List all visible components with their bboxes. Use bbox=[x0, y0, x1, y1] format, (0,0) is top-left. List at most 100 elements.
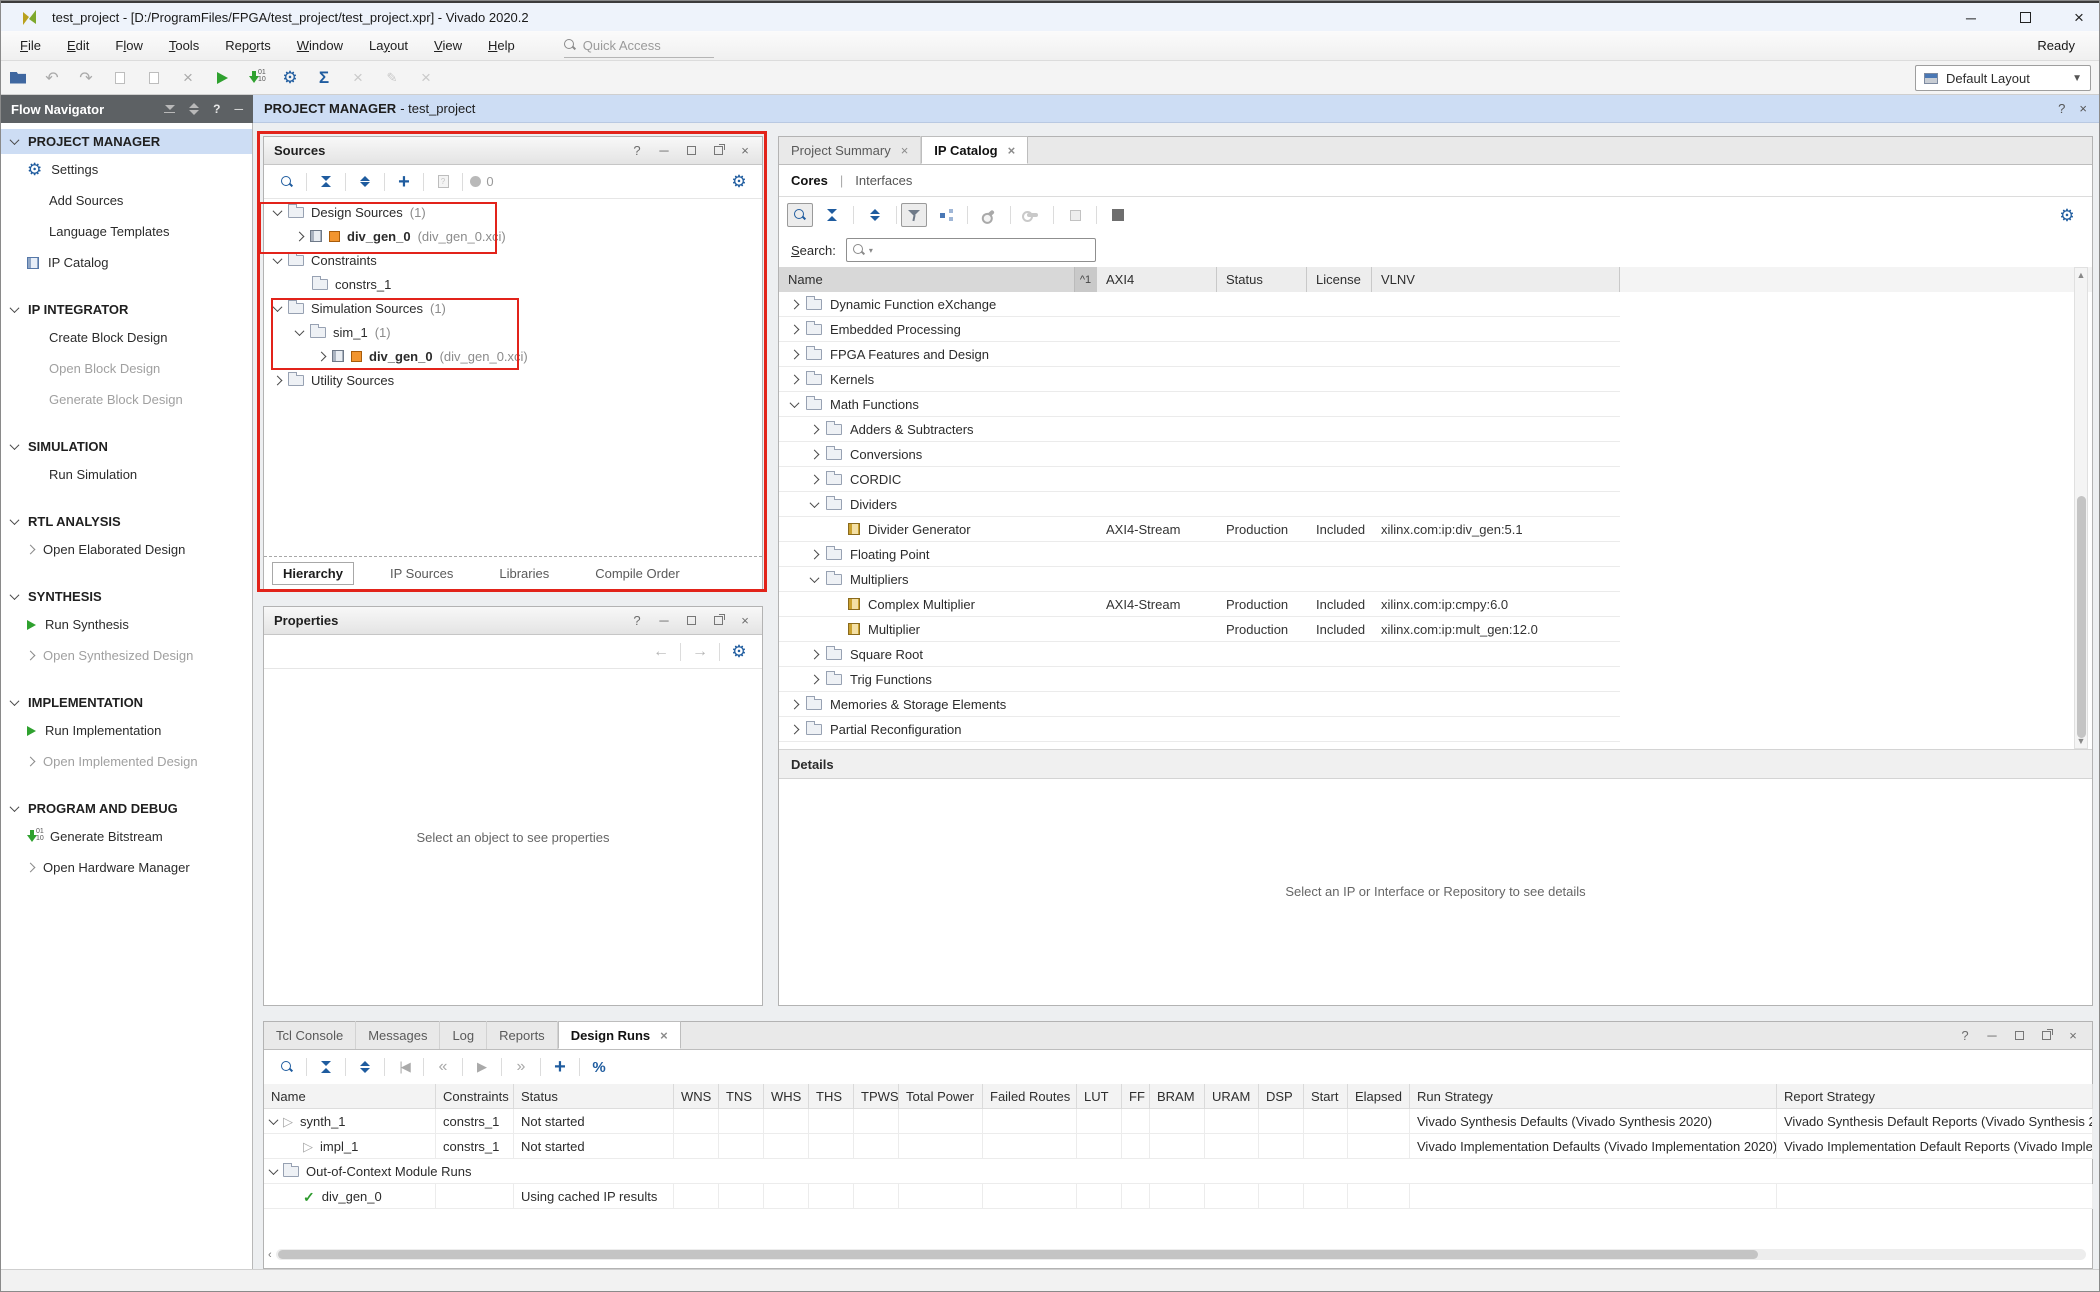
chevron-right-icon[interactable] bbox=[295, 231, 305, 241]
menu-file[interactable]: File bbox=[7, 31, 54, 61]
ip-catalog-row-memories-storage-elements[interactable]: Memories & Storage Elements bbox=[779, 692, 1620, 717]
minimize-panel-icon[interactable]: ─ bbox=[1985, 1029, 1999, 1043]
runs-row-impl-1[interactable]: ▷impl_1constrs_1Not startedVivado Implem… bbox=[264, 1134, 2092, 1159]
layout-selector[interactable]: Default Layout ▼ bbox=[1915, 65, 2091, 91]
chevron-right-icon[interactable] bbox=[810, 674, 820, 684]
sidebar-item-language-templates[interactable]: Language Templates bbox=[1, 216, 252, 247]
runs-column-total-power[interactable]: Total Power bbox=[899, 1084, 983, 1109]
sidebar-item-settings[interactable]: ⚙Settings bbox=[1, 154, 252, 185]
chevron-right-icon[interactable] bbox=[790, 699, 800, 709]
maximize-panel-icon[interactable] bbox=[684, 144, 698, 158]
runs-column-dsp[interactable]: DSP bbox=[1259, 1084, 1304, 1109]
runs-row-synth-1[interactable]: ▷synth_1constrs_1Not startedVivado Synth… bbox=[264, 1109, 2092, 1134]
sources-tab-libraries[interactable]: Libraries bbox=[489, 563, 559, 584]
chevron-right-icon[interactable] bbox=[790, 724, 800, 734]
chevron-right-icon[interactable] bbox=[317, 351, 327, 361]
chevron-right-icon[interactable] bbox=[26, 545, 36, 555]
column-header-axi4[interactable]: AXI4 bbox=[1097, 267, 1217, 292]
scrollbar-thumb[interactable] bbox=[2077, 496, 2086, 738]
runs-column-name[interactable]: Name bbox=[264, 1084, 436, 1109]
runs-column-run-strategy[interactable]: Run Strategy bbox=[1410, 1084, 1777, 1109]
collapse-all-icon[interactable] bbox=[309, 1054, 343, 1080]
vertical-scrollbar[interactable]: ▲ ▼ bbox=[2074, 267, 2088, 749]
ip-catalog-row-kernels[interactable]: Kernels bbox=[779, 367, 1620, 392]
runs-row-out-of-context-module-runs[interactable]: Out-of-Context Module Runs bbox=[264, 1159, 2092, 1184]
minimize-panel-icon[interactable]: ─ bbox=[234, 102, 243, 116]
tab-tcl-console[interactable]: Tcl Console bbox=[264, 1021, 356, 1049]
scroll-up-icon[interactable]: ▲ bbox=[2075, 270, 2087, 280]
float-panel-icon[interactable] bbox=[2039, 1029, 2053, 1043]
sidebar-item-run-simulation[interactable]: Run Simulation bbox=[1, 459, 252, 490]
chevron-right-icon[interactable] bbox=[26, 757, 36, 767]
nav-section-header-synthesis[interactable]: SYNTHESIS bbox=[1, 584, 252, 609]
sidebar-item-create-block-design[interactable]: Create Block Design bbox=[1, 322, 252, 353]
ip-catalog-row-math-functions[interactable]: Math Functions bbox=[779, 392, 1620, 417]
sidebar-item-generate-bitstream[interactable]: 0110Generate Bitstream bbox=[1, 821, 252, 852]
undo-button[interactable]: ↶ bbox=[35, 65, 69, 91]
expand-all-icon[interactable] bbox=[858, 202, 892, 228]
chevron-down-icon[interactable] bbox=[295, 326, 305, 336]
tree-item-design-sources[interactable]: Design Sources(1) bbox=[264, 200, 762, 224]
menu-help[interactable]: Help bbox=[475, 31, 528, 61]
runs-column-tpws[interactable]: TPWS bbox=[854, 1084, 899, 1109]
close-icon[interactable]: × bbox=[2079, 101, 2087, 116]
ip-catalog-row-multipliers[interactable]: Multipliers bbox=[779, 567, 1620, 592]
ip-catalog-row-cordic[interactable]: CORDIC bbox=[779, 467, 1620, 492]
chevron-right-icon[interactable] bbox=[810, 474, 820, 484]
chevron-down-icon[interactable] bbox=[269, 1115, 279, 1125]
runs-column-ff[interactable]: FF bbox=[1122, 1084, 1150, 1109]
sources-tab-ip-sources[interactable]: IP Sources bbox=[380, 563, 463, 584]
tab-messages[interactable]: Messages bbox=[356, 1021, 440, 1049]
program-device-button[interactable]: 0110 bbox=[239, 65, 273, 91]
menu-window[interactable]: Window bbox=[284, 31, 356, 61]
tab-log[interactable]: Log bbox=[440, 1021, 487, 1049]
nav-section-header-simulation[interactable]: SIMULATION bbox=[1, 434, 252, 459]
menu-view[interactable]: View bbox=[421, 31, 475, 61]
column-header-name[interactable]: Name ^1 bbox=[779, 267, 1097, 292]
copy-button[interactable] bbox=[103, 65, 137, 91]
chevron-down-icon[interactable] bbox=[10, 696, 20, 706]
sidebar-item-open-elaborated-design[interactable]: Open Elaborated Design bbox=[1, 534, 252, 565]
ip-catalog-row-divider-generator[interactable]: Divider GeneratorAXI4-StreamProductionIn… bbox=[779, 517, 1620, 542]
chevron-down-icon[interactable] bbox=[10, 135, 20, 145]
sources-tab-hierarchy[interactable]: Hierarchy bbox=[272, 562, 354, 585]
chevron-right-icon[interactable] bbox=[810, 424, 820, 434]
runs-column-constraints[interactable]: Constraints bbox=[436, 1084, 514, 1109]
tab-project-summary[interactable]: Project Summary × bbox=[779, 136, 921, 164]
delete-button[interactable]: × bbox=[171, 65, 205, 91]
tree-item-utility-sources[interactable]: Utility Sources bbox=[264, 368, 762, 392]
sidebar-item-run-synthesis[interactable]: Run Synthesis bbox=[1, 609, 252, 640]
quick-access-search[interactable]: Quick Access bbox=[564, 34, 714, 58]
float-panel-icon[interactable] bbox=[711, 614, 725, 628]
chevron-down-icon[interactable] bbox=[10, 303, 20, 313]
report-sigma-button[interactable]: Σ bbox=[307, 65, 341, 91]
chevron-right-icon[interactable] bbox=[26, 651, 36, 661]
maximize-panel-icon[interactable] bbox=[684, 614, 698, 628]
subtab-interfaces[interactable]: Interfaces bbox=[855, 173, 912, 188]
minimize-panel-icon[interactable]: ─ bbox=[657, 144, 671, 158]
chevron-right-icon[interactable] bbox=[273, 375, 283, 385]
close-button[interactable]: × bbox=[2065, 8, 2093, 28]
ip-catalog-row-trig-functions[interactable]: Trig Functions bbox=[779, 667, 1620, 692]
ip-catalog-row-floating-point[interactable]: Floating Point bbox=[779, 542, 1620, 567]
tree-item-simulation-sources[interactable]: Simulation Sources(1) bbox=[264, 296, 762, 320]
chevron-right-icon[interactable] bbox=[26, 863, 36, 873]
chevron-down-icon[interactable] bbox=[273, 206, 283, 216]
runs-column-lut[interactable]: LUT bbox=[1077, 1084, 1122, 1109]
help-icon[interactable]: ? bbox=[213, 102, 220, 116]
collapse-all-icon[interactable] bbox=[164, 105, 175, 113]
runs-column-report-strategy[interactable]: Report Strategy bbox=[1777, 1084, 2093, 1109]
settings-gear-icon[interactable]: ⚙ bbox=[273, 65, 307, 91]
chevron-down-icon[interactable] bbox=[273, 254, 283, 264]
add-sources-button[interactable]: + bbox=[387, 169, 421, 195]
chevron-right-icon[interactable] bbox=[810, 449, 820, 459]
chevron-right-icon[interactable] bbox=[790, 374, 800, 384]
tree-item-div-gen-0[interactable]: div_gen_0(div_gen_0.xci) bbox=[264, 224, 762, 248]
chevron-right-icon[interactable] bbox=[790, 324, 800, 334]
scroll-down-icon[interactable]: ▼ bbox=[2075, 736, 2087, 746]
float-panel-icon[interactable] bbox=[711, 144, 725, 158]
maximize-panel-icon[interactable] bbox=[2012, 1029, 2026, 1043]
gear-icon[interactable]: ⚙ bbox=[722, 639, 756, 665]
redo-button[interactable]: ↷ bbox=[69, 65, 103, 91]
chevron-right-icon[interactable] bbox=[790, 299, 800, 309]
